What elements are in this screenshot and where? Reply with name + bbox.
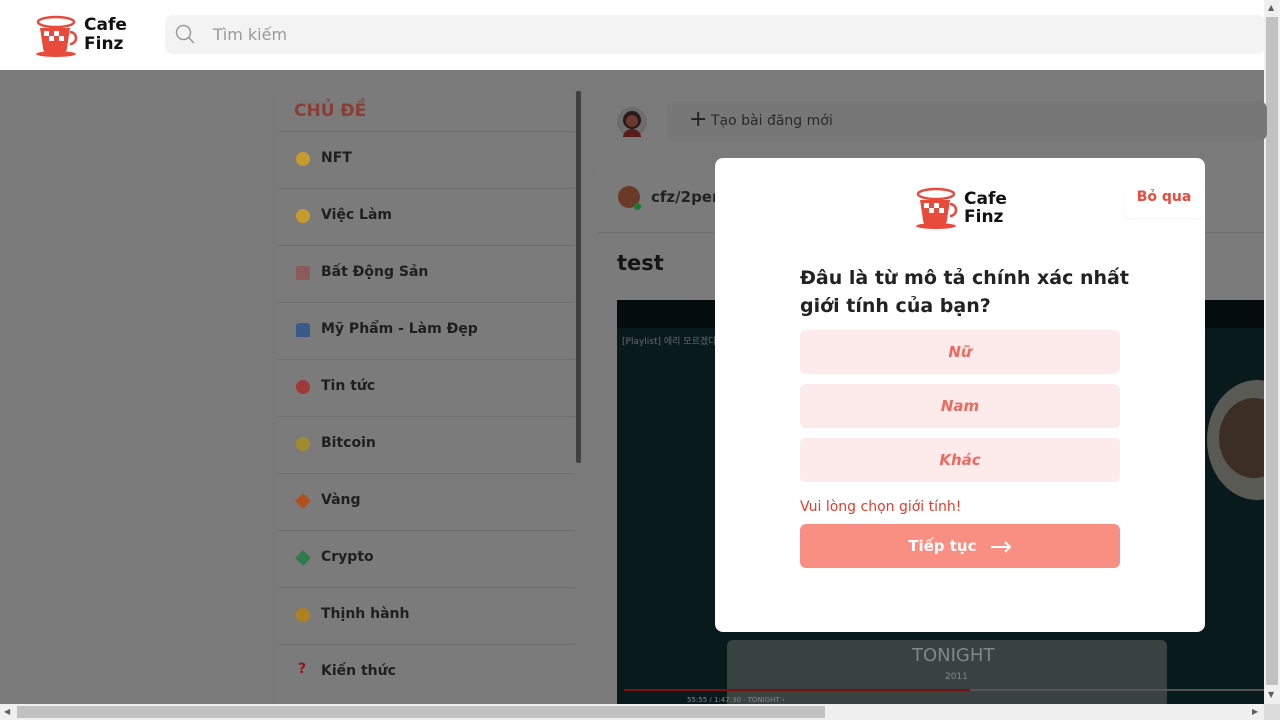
topic-item-nft[interactable]: NFT: [278, 131, 575, 188]
topic-label: Crypto: [321, 549, 374, 565]
video-progress-bar[interactable]: [624, 689, 1264, 691]
topic-item-thinh-hanh[interactable]: Thịnh hành: [278, 587, 575, 644]
video-title[interactable]: [Playlist] 에리 모르겠다: [622, 334, 716, 347]
logo-text: Cafe Finz: [84, 15, 127, 54]
buildings-icon: [296, 266, 310, 280]
cafefinz-logo[interactable]: Cafe Finz: [34, 14, 134, 58]
avatar-icon: [623, 111, 641, 137]
scroll-up-icon[interactable]: ▲: [1268, 3, 1274, 12]
topics-title: CHỦ ĐỀ: [294, 101, 367, 121]
topic-item-kien-thuc[interactable]: ? Kiến thức: [278, 644, 575, 701]
search-bar[interactable]: [165, 15, 1265, 54]
topic-label: Bất Động Sản: [321, 264, 429, 280]
post-title[interactable]: test: [617, 251, 664, 275]
dollar-bills-icon: [295, 550, 311, 566]
horizontal-scroll-thumb[interactable]: [17, 706, 825, 718]
plus-icon: +: [689, 107, 708, 132]
topic-label: Việc Làm: [321, 207, 393, 223]
video-time: 55:55 / 1:47:30 · TONIGHT ›: [687, 696, 785, 704]
error-message: Vui lòng chọn giới tính!: [800, 499, 962, 515]
topics-scrollbar[interactable]: [576, 91, 581, 463]
scroll-down-icon[interactable]: ▼: [1268, 690, 1274, 699]
topic-item-bat-dong-san[interactable]: Bất Động Sản: [278, 245, 575, 302]
hugging-face-icon: [296, 608, 310, 622]
post-author[interactable]: cfz/2per: [651, 188, 719, 206]
topic-item-bitcoin[interactable]: Bitcoin: [278, 416, 575, 473]
online-status-dot: [634, 203, 641, 210]
topic-label: Thịnh hành: [321, 606, 410, 622]
diamond-icon: [295, 493, 311, 509]
option-female[interactable]: Nữ: [800, 330, 1120, 374]
arrow-right-icon: [990, 540, 1012, 553]
topic-item-vang[interactable]: Vàng: [278, 473, 575, 530]
video-year: 2011: [945, 672, 968, 682]
continue-button[interactable]: Tiếp tục: [800, 524, 1120, 568]
video-progress-fill: [624, 689, 970, 691]
topic-label: NFT: [321, 150, 352, 166]
topic-item-my-pham[interactable]: Mỹ Phẩm - Làm Đẹp: [278, 302, 575, 359]
grinning-face-icon: [296, 152, 310, 166]
coffee-cup-logo-icon: [916, 187, 958, 229]
gender-question: Đâu là từ mô tả chính xác nhất giới tính…: [800, 267, 1129, 317]
horizontal-scrollbar[interactable]: ◀ ▶: [0, 704, 1264, 720]
option-other[interactable]: Khác: [800, 438, 1120, 482]
video-caption: TONIGHT: [912, 645, 995, 666]
scroll-left-icon[interactable]: ◀: [4, 707, 10, 716]
gender-modal: Cafe Finz Bỏ qua Đâu là từ mô tả chính x…: [715, 158, 1205, 632]
question-mark-icon: ?: [298, 661, 307, 677]
continue-label: Tiếp tục: [908, 537, 977, 555]
new-post-bar: + Tạo bài đăng mới: [597, 91, 1267, 153]
topic-label: Bitcoin: [321, 435, 376, 451]
option-male[interactable]: Nam: [800, 384, 1120, 428]
scroll-right-icon[interactable]: ▶: [1252, 707, 1258, 716]
tongue-face-icon: [296, 209, 310, 223]
topic-label: Kiến thức: [321, 663, 396, 679]
vertical-scroll-thumb[interactable]: [1266, 17, 1278, 685]
new-post-label: Tạo bài đăng mới: [711, 113, 833, 129]
topic-label: Mỹ Phẩm - Làm Đẹp: [321, 321, 478, 337]
top-header: Cafe Finz: [0, 0, 1265, 70]
no-entry-icon: [296, 380, 310, 394]
topic-item-tin-tuc[interactable]: Tin tức: [278, 359, 575, 416]
dress-icon: [296, 323, 310, 337]
search-icon: [175, 24, 195, 44]
topic-label: Tin tức: [321, 378, 376, 394]
modal-logo: Cafe Finz: [914, 186, 1014, 230]
search-input[interactable]: [213, 15, 1113, 54]
topic-label: Vàng: [321, 492, 361, 508]
user-avatar[interactable]: [617, 107, 647, 137]
skip-button[interactable]: Bỏ qua: [1124, 182, 1204, 218]
topics-sidebar: CHỦ ĐỀ NFT Việc Làm Bất Động Sản Mỹ Phẩm…: [278, 91, 575, 704]
logo-text: Cafe Finz: [964, 189, 1007, 227]
money-face-icon: [296, 437, 310, 451]
scrollbar-corner: [1264, 704, 1280, 720]
topic-item-crypto[interactable]: Crypto: [278, 530, 575, 587]
new-post-input[interactable]: + Tạo bài đăng mới: [667, 101, 1267, 141]
coffee-cup-logo-icon: [36, 15, 78, 57]
topic-item-viec-lam[interactable]: Việc Làm: [278, 188, 575, 245]
